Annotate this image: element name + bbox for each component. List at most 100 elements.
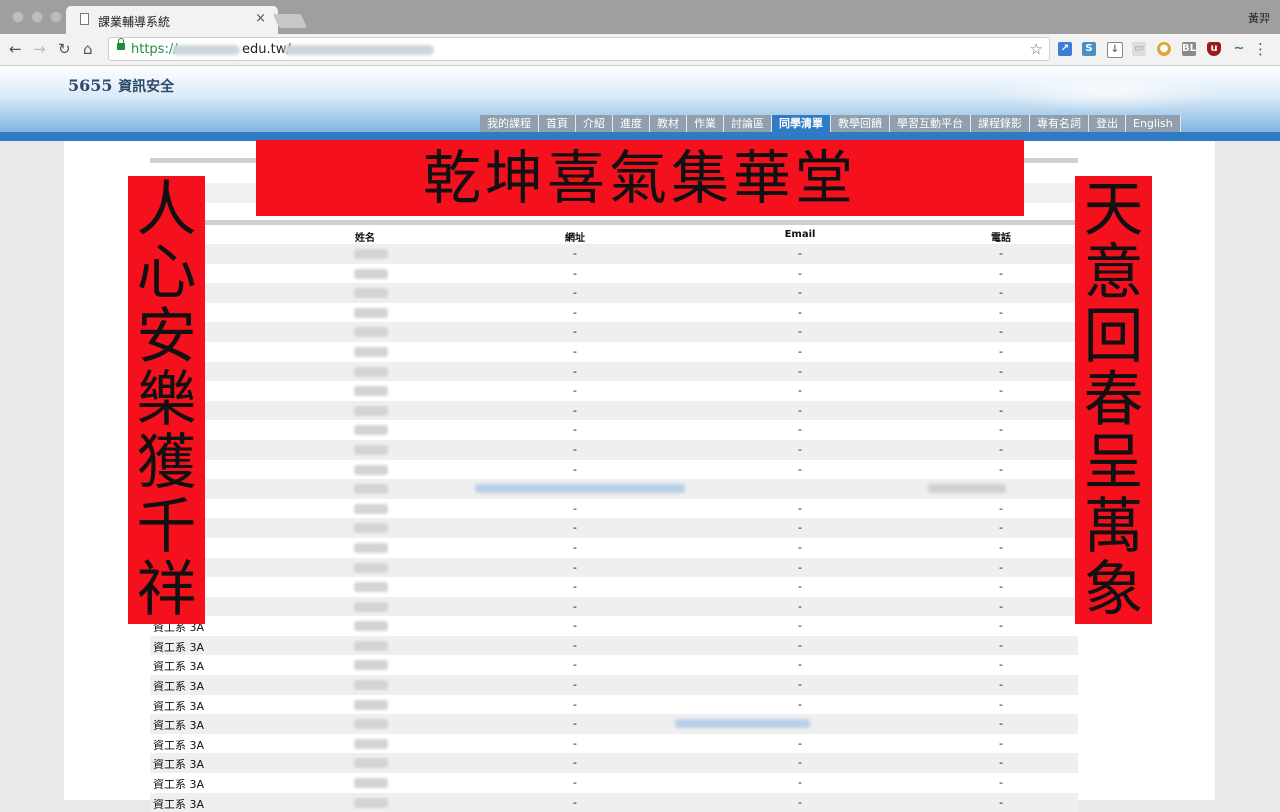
extension-wave-icon[interactable]: ∼	[1232, 42, 1246, 56]
table-body: - - - - - - - - - - - - - - - - - - - - - - - - - - - - - - - - - - - - - - - -…	[150, 244, 1078, 812]
table-row: 資工系 3A - - -	[150, 695, 1078, 715]
redacted-name	[354, 562, 388, 573]
phone-cell: -	[999, 736, 1003, 750]
email-cell: -	[798, 286, 802, 300]
redacted-phone	[928, 484, 1006, 494]
nav-item[interactable]: 學習互動平台	[890, 115, 971, 132]
phone-cell: -	[999, 384, 1003, 398]
redacted-website-link[interactable]	[475, 484, 685, 494]
redacted-name	[354, 660, 388, 671]
phone-cell: -	[999, 580, 1003, 594]
table-row: 資工系 3A - - -	[150, 675, 1078, 695]
table-row: ---	[150, 283, 1078, 303]
nav-item[interactable]: 我的課程	[480, 115, 539, 132]
nav-item[interactable]: English	[1126, 115, 1181, 132]
profile-name[interactable]: 黃羿	[1248, 10, 1270, 26]
couplet-character: 獲	[136, 428, 197, 499]
table-row: ---	[150, 439, 1078, 460]
couplet-character: 象	[1083, 554, 1144, 625]
couplet-character: 呈	[1083, 428, 1144, 499]
nav-item[interactable]: 討論區	[724, 115, 772, 132]
couplet-character: 心	[136, 238, 197, 309]
redacted-name	[354, 680, 388, 691]
redacted-name	[354, 268, 388, 279]
nav-item[interactable]: 教材	[650, 115, 687, 132]
redacted-email-link[interactable]	[675, 719, 810, 729]
back-arrow-icon[interactable]: ←	[9, 40, 22, 58]
website-cell: -	[573, 658, 577, 672]
extension-gray-icon[interactable]: ▭	[1132, 42, 1146, 56]
nav-item[interactable]: 課程錄影	[971, 115, 1030, 132]
extension-chart-icon[interactable]: ↗	[1058, 42, 1072, 56]
extension-cookie-icon[interactable]: ●	[1157, 42, 1171, 56]
bookmark-star-icon[interactable]: ☆	[1030, 40, 1043, 58]
website-cell: -	[573, 384, 577, 398]
close-tab-icon[interactable]: ×	[255, 11, 266, 26]
close-window-icon[interactable]	[12, 11, 24, 23]
minimize-window-icon[interactable]	[31, 11, 43, 23]
table-row: ---	[150, 244, 1078, 264]
website-cell: -	[573, 540, 577, 554]
home-icon[interactable]: ⌂	[83, 40, 93, 58]
table-row: ---	[150, 420, 1078, 440]
redacted-name	[354, 386, 388, 397]
redacted-name	[354, 738, 388, 749]
website-cell: -	[573, 305, 577, 319]
website-cell: -	[573, 717, 577, 731]
extension-bl-icon[interactable]: BL	[1182, 42, 1196, 56]
phone-cell: -	[999, 717, 1003, 731]
phone-cell: -	[999, 697, 1003, 711]
header-website: 網址	[565, 233, 585, 244]
table-row: ---	[150, 361, 1078, 382]
reload-icon[interactable]: ↻	[58, 40, 71, 58]
email-cell: -	[798, 560, 802, 574]
phone-cell: -	[999, 305, 1003, 319]
email-cell: -	[798, 403, 802, 417]
nav-item[interactable]: 首頁	[539, 115, 576, 132]
nav-item[interactable]: 進度	[613, 115, 650, 132]
table-row: 資工系 3A - - -	[150, 655, 1078, 675]
nav-item[interactable]: 介紹	[576, 115, 613, 132]
forward-arrow-icon[interactable]: →	[33, 40, 46, 58]
divider-line	[150, 220, 1078, 225]
phone-cell: -	[999, 462, 1003, 476]
phone-cell: -	[999, 678, 1003, 692]
phone-cell: -	[999, 638, 1003, 652]
nav-item[interactable]: 教學回饋	[831, 115, 890, 132]
website-cell: -	[573, 736, 577, 750]
table-row: 資工系 3A - - -	[150, 753, 1078, 774]
phone-cell: -	[999, 521, 1003, 535]
redacted-name	[354, 444, 388, 455]
zoom-window-icon[interactable]	[50, 11, 62, 23]
redacted-name	[354, 582, 388, 593]
couplet-right-banner: 天意回春呈萬象	[1075, 176, 1152, 624]
website-cell: -	[573, 599, 577, 613]
email-cell: -	[798, 423, 802, 437]
nav-item[interactable]: 作業	[687, 115, 724, 132]
email-cell: -	[798, 580, 802, 594]
email-cell: -	[798, 247, 802, 260]
extension-ublock-icon[interactable]: u	[1207, 42, 1221, 56]
url-redacted-path	[284, 45, 434, 55]
browser-tab[interactable]: 課業輔導系統 ×	[66, 6, 278, 34]
redacted-name	[354, 288, 388, 299]
department-cell: 資工系 3A	[153, 758, 205, 772]
header-email: Email	[784, 229, 816, 240]
extension-s-icon[interactable]: S	[1082, 42, 1096, 56]
redacted-name	[354, 699, 388, 710]
nav-item[interactable]: 同學清單	[772, 115, 831, 132]
redacted-name	[354, 797, 388, 808]
redacted-name	[354, 484, 388, 495]
new-tab-button[interactable]	[272, 14, 308, 28]
extension-download-icon[interactable]: ↓	[1107, 42, 1123, 58]
browser-menu-icon[interactable]: ⋮	[1253, 40, 1268, 58]
table-row: 資工系 3A - - -	[150, 616, 1078, 636]
email-cell: -	[798, 501, 802, 515]
nav-item[interactable]: 專有名詞	[1030, 115, 1089, 132]
nav-item[interactable]: 登出	[1089, 115, 1126, 132]
couplet-top-banner: 乾坤喜氣集華堂	[256, 140, 1024, 216]
website-cell: -	[573, 619, 577, 633]
phone-cell: -	[999, 403, 1003, 417]
address-bar[interactable]: https:// edu.tw/ ☆	[108, 37, 1050, 61]
table-row: 資工系 3A - -	[150, 714, 1078, 734]
